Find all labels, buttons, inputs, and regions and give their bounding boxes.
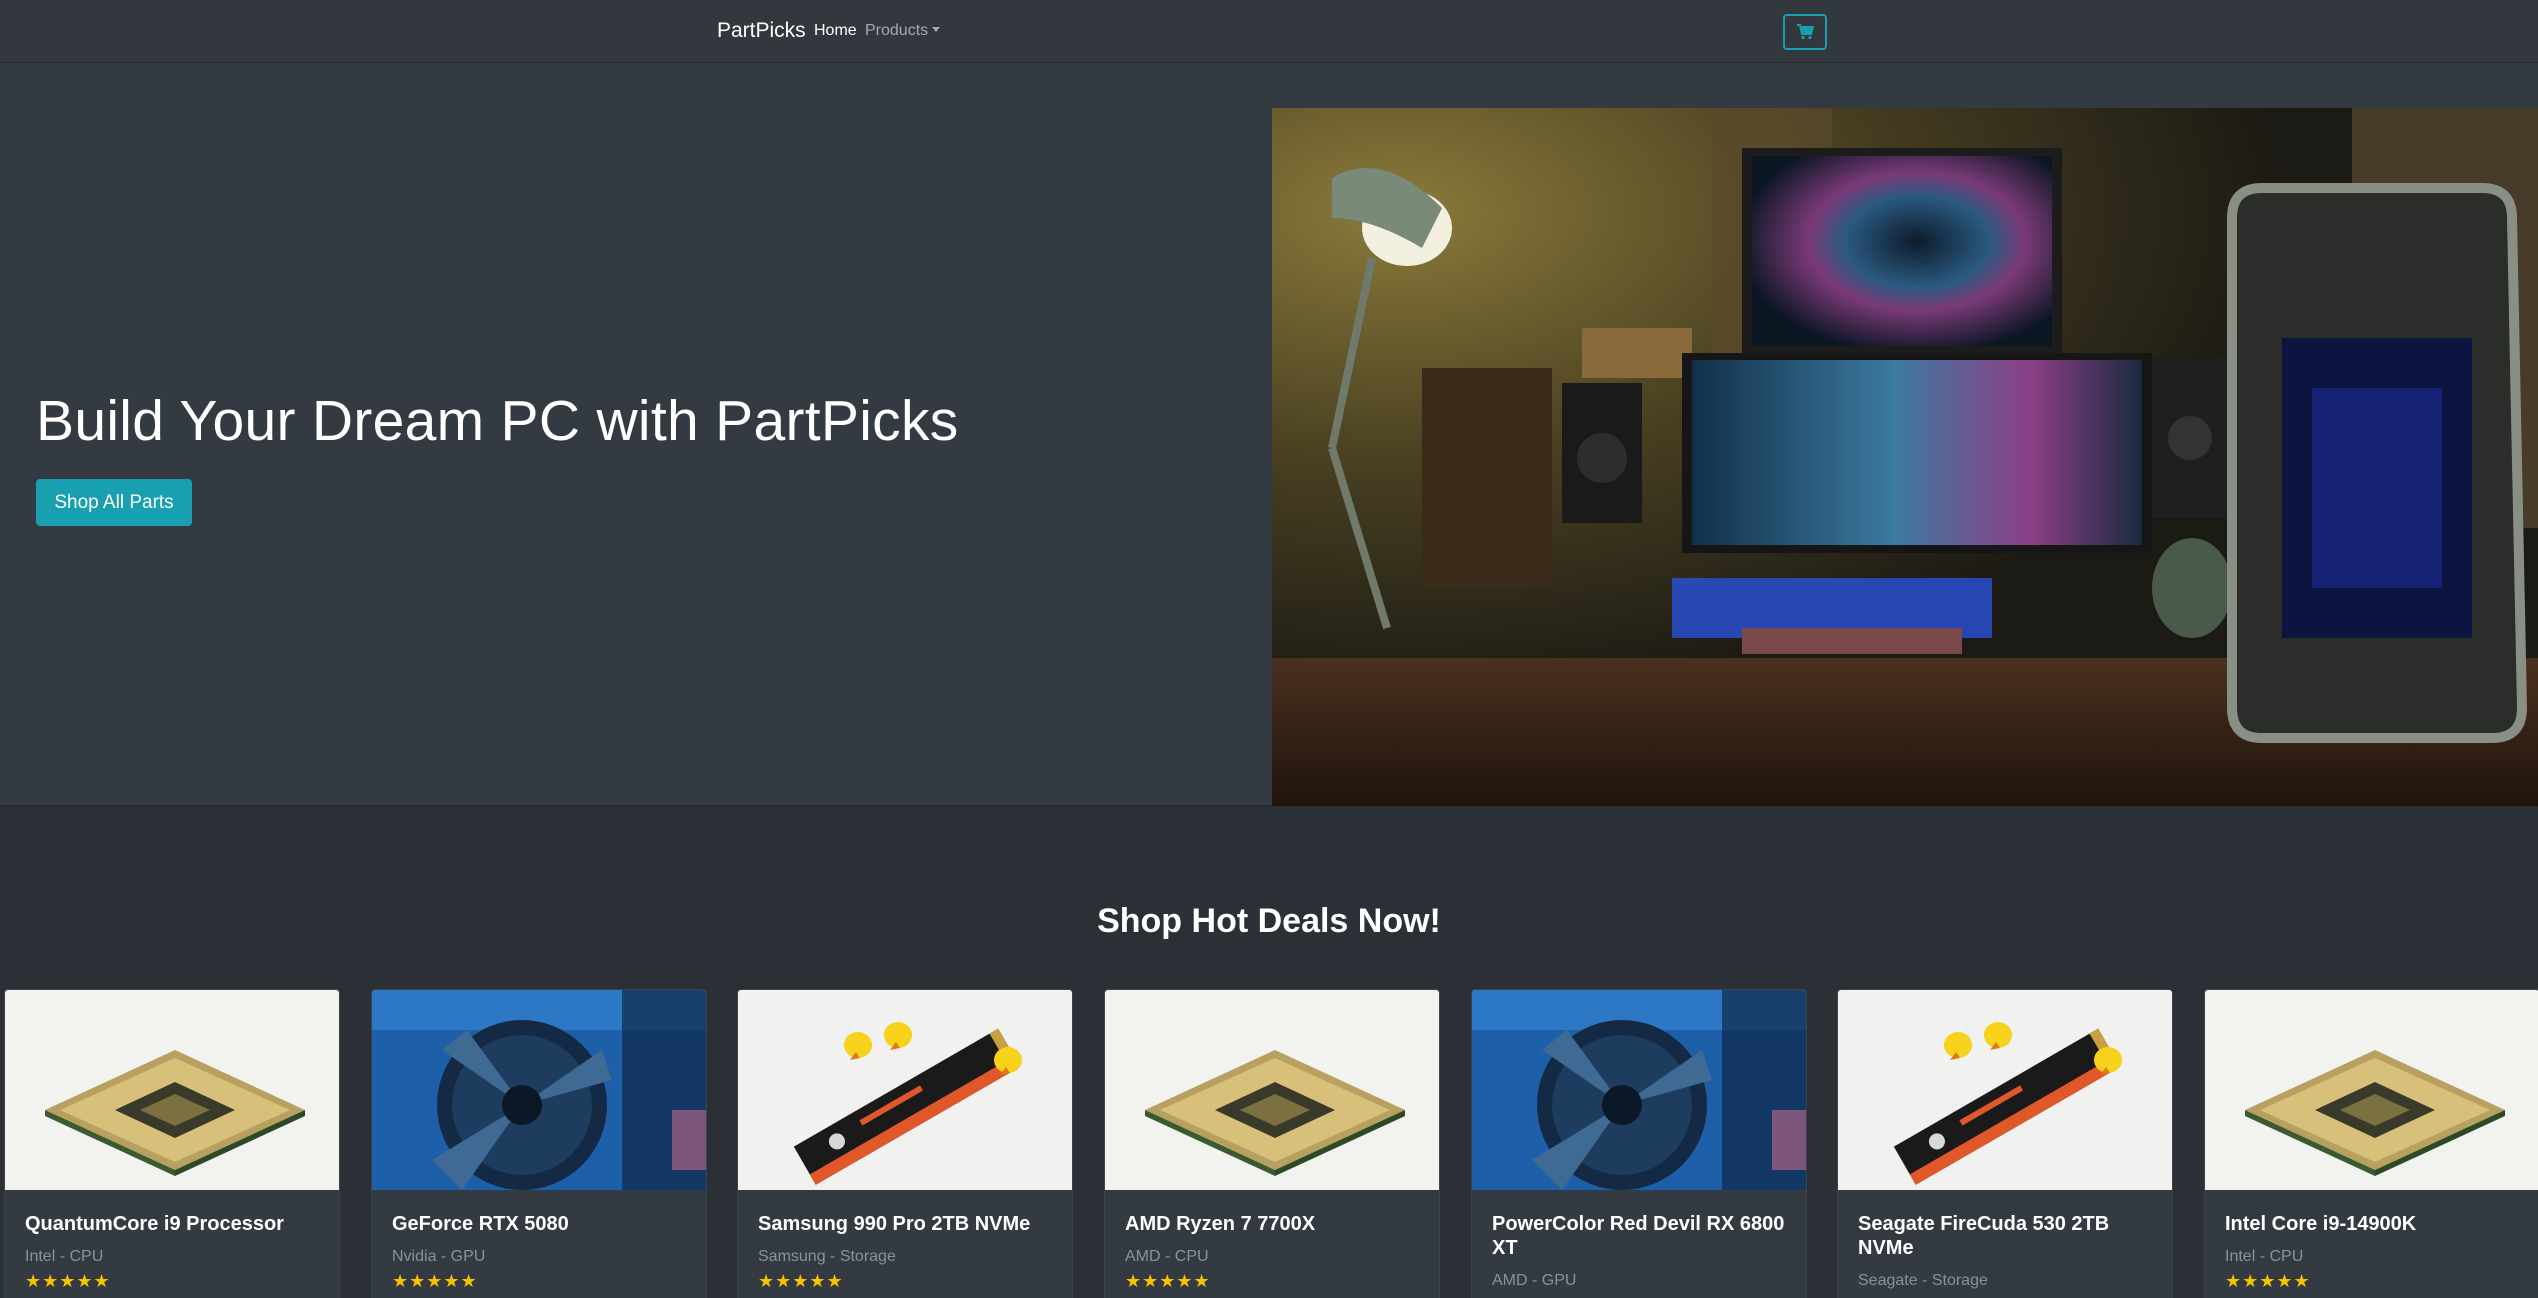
product-meta: Intel - CPU [25,1248,104,1265]
nav-products-label: Products [865,22,929,39]
nav-products-dropdown[interactable]: Products [865,22,941,40]
hero-title: Build Your Dream PC with PartPicks [36,389,959,453]
product-name[interactable]: Samsung 990 Pro 2TB NVMe [758,1212,1058,1236]
product-name[interactable]: Intel Core i9-14900K [2225,1212,2525,1236]
product-card[interactable]: Seagate FireCuda 530 2TB NVMe Seagate - S… [1837,989,2173,1298]
product-name[interactable]: PowerColor Red Devil RX 6800 XT [1492,1212,1792,1260]
product-meta: Seagate - Storage [1858,1272,1988,1289]
product-meta: Samsung - Storage [758,1248,896,1265]
brand-logo[interactable]: PartPicks [717,19,806,43]
product-card[interactable]: QuantumCore i9 Processor Intel - CPU ★★★★★ [4,989,340,1298]
product-name[interactable]: AMD Ryzen 7 7700X [1125,1212,1425,1236]
product-card[interactable]: Samsung 990 Pro 2TB NVMe Samsung - Storag… [737,989,1073,1298]
nav-home-link[interactable]: Home [814,22,857,40]
product-card[interactable]: AMD Ryzen 7 7700X AMD - CPU ★★★★★ [1104,989,1440,1298]
product-image[interactable] [1472,990,1806,1190]
product-image[interactable] [1105,990,1439,1190]
product-image[interactable] [2205,990,2538,1190]
navbar: PartPicks Home Products [0,0,2538,63]
deals-title: Shop Hot Deals Now! [1097,902,1441,940]
product-meta: Nvidia - GPU [392,1248,486,1265]
product-image[interactable] [372,990,706,1190]
rating-stars: ★★★★★ [758,1271,844,1291]
chevron-down-icon [932,27,941,32]
rating-stars: ★★★★★ [1125,1271,1211,1291]
product-card[interactable]: Intel Core i9-14900K Intel - CPU ★★★★★ [2204,989,2538,1298]
product-image[interactable] [1838,990,2172,1190]
product-name[interactable]: QuantumCore i9 Processor [25,1212,325,1236]
product-name[interactable]: Seagate FireCuda 530 2TB NVMe [1858,1212,2158,1260]
rating-stars: ★★★★★ [2225,1271,2311,1291]
hero-image [1272,108,2538,806]
product-card[interactable]: GeForce RTX 5080 Nvidia - GPU ★★★★★ [371,989,707,1298]
cart-button[interactable] [1783,14,1827,50]
shop-all-parts-button[interactable]: Shop All Parts [36,479,192,526]
product-meta: Intel - CPU [2225,1248,2304,1265]
product-meta: AMD - CPU [1125,1248,1209,1265]
product-meta: AMD - GPU [1492,1272,1577,1289]
product-image[interactable] [738,990,1072,1190]
product-image[interactable] [5,990,339,1190]
cart-icon [1797,24,1814,40]
product-card[interactable]: PowerColor Red Devil RX 6800 XT AMD - GPU… [1471,989,1807,1298]
rating-stars: ★★★★★ [392,1271,478,1291]
product-name[interactable]: GeForce RTX 5080 [392,1212,692,1236]
rating-stars: ★★★★★ [25,1271,111,1291]
